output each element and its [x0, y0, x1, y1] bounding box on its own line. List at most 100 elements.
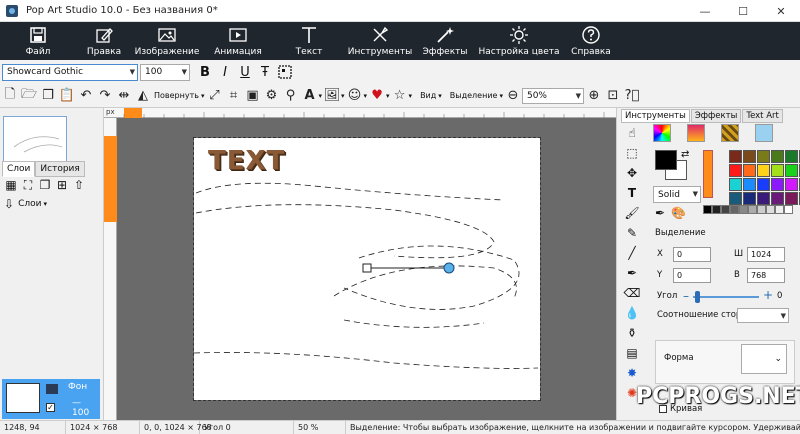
duplicate-layer-icon[interactable]: ❐ [38, 178, 52, 192]
image-mode-button[interactable] [755, 124, 773, 142]
palette-swatch[interactable] [771, 164, 784, 177]
gray-swatch[interactable] [739, 205, 748, 214]
menu-text[interactable]: Текст [274, 22, 344, 60]
menu-color-settings[interactable]: Настройка цвета [474, 22, 564, 60]
gray-swatch[interactable] [730, 205, 739, 214]
palette-swatch[interactable] [757, 178, 770, 191]
canvas-area[interactable]: px TEXT [104, 108, 616, 420]
text-tool-button[interactable]: A [300, 87, 318, 105]
foreground-color[interactable] [655, 150, 677, 170]
palette-swatch[interactable] [785, 178, 798, 191]
palette-swatch[interactable] [785, 164, 798, 177]
curve-drawing[interactable] [194, 138, 540, 400]
gradient-tool[interactable]: ▤ [623, 344, 641, 362]
layer-row[interactable]: Фон ✓ — 100 [2, 379, 100, 419]
transform-icon[interactable]: ⛶ [21, 178, 35, 192]
gray-swatch[interactable] [748, 205, 757, 214]
rect-select-tool[interactable]: ⬚ [623, 144, 641, 162]
move-down-icon[interactable]: ⇩ [4, 197, 14, 211]
flip-vertical-button[interactable]: ◭ [134, 87, 152, 105]
menu-help[interactable]: Справка [564, 22, 618, 60]
text-tool[interactable]: T [623, 184, 641, 202]
grid-icon[interactable]: ▦ [4, 178, 18, 192]
eraser-tool[interactable]: ⌫ [623, 284, 641, 302]
pen-tool[interactable]: ✒ [623, 264, 641, 282]
resize-button[interactable]: ⤢ [205, 87, 223, 105]
curve-end-handle[interactable] [443, 262, 455, 274]
fill-mode-select[interactable]: Solid ▼ [653, 186, 701, 203]
gradient-mode-button[interactable] [687, 124, 705, 142]
star-button[interactable]: ☆ [391, 87, 409, 105]
palette-swatch[interactable] [771, 150, 784, 163]
help-button[interactable]: ?⃝ [623, 87, 641, 105]
palette-swatch[interactable] [757, 192, 770, 205]
angle-slider-track[interactable] [693, 296, 759, 298]
lips-button[interactable]: ♥ [368, 87, 386, 105]
minimize-button[interactable]: — [686, 0, 724, 22]
paste-button[interactable]: 📋 [58, 87, 76, 105]
x-input[interactable]: 0 [673, 247, 711, 262]
add-layer-icon[interactable]: ⊞ [55, 178, 69, 192]
aspect-ratio-select[interactable]: ▼ [737, 308, 789, 323]
pointer-tool[interactable]: ☝ [623, 124, 641, 142]
gray-swatch[interactable] [703, 205, 712, 214]
selection-dropdown[interactable]: Выделение [450, 91, 498, 100]
search-button[interactable]: ⚲ [281, 87, 299, 105]
crop-button[interactable]: ⌗ [224, 87, 242, 105]
gray-swatch[interactable] [712, 205, 721, 214]
angle-minus-button[interactable]: – [683, 289, 689, 303]
gallery-button[interactable]: 🖼 [323, 87, 341, 105]
palette-swatch[interactable] [757, 164, 770, 177]
palette-swatch[interactable] [729, 178, 742, 191]
y-input[interactable]: 0 [673, 268, 711, 283]
new-file-button[interactable]: 🗋 [1, 87, 19, 105]
bold-button[interactable]: B [196, 63, 214, 81]
maximize-button[interactable]: ☐ [724, 0, 762, 22]
tab-layers[interactable]: Слои [2, 161, 36, 177]
undo-button[interactable]: ↶ [77, 87, 95, 105]
palette-swatch[interactable] [771, 178, 784, 191]
copy-button[interactable]: ❐ [39, 87, 57, 105]
tab-tools[interactable]: Инструменты [621, 109, 690, 123]
gray-swatch[interactable] [757, 205, 766, 214]
zoom-in-button[interactable]: ⊕ [585, 87, 603, 105]
swap-colors-icon[interactable]: ⇄ [681, 149, 689, 160]
menu-tools[interactable]: Инструменты [344, 22, 416, 60]
curve-start-handle[interactable] [362, 263, 372, 273]
palette-mode-button[interactable] [653, 124, 671, 142]
line-tool[interactable]: ╱ [623, 244, 641, 262]
zoom-select[interactable]: 50% ▼ [521, 87, 584, 104]
palette-swatch[interactable] [785, 150, 798, 163]
menu-image[interactable]: Изображение [132, 22, 202, 60]
zoom-out-button[interactable]: ⊖ [504, 87, 522, 105]
color-wheel-icon[interactable]: 🎨 [671, 206, 686, 220]
palette-swatch[interactable] [743, 192, 756, 205]
font-size-select[interactable]: 100 ▼ [140, 63, 190, 81]
layer-visible-checkbox[interactable]: ✓ [46, 403, 55, 412]
layers-dropdown[interactable]: Слои [18, 199, 41, 209]
stamp-tool[interactable]: ⚱ [623, 324, 641, 342]
open-file-button[interactable]: 🗁 [20, 87, 38, 105]
palette-swatch[interactable] [729, 192, 742, 205]
canvas-size-button[interactable]: ▣ [243, 87, 261, 105]
pattern-mode-button[interactable] [721, 124, 739, 142]
close-button[interactable]: ✕ [762, 0, 800, 22]
strikethrough-button[interactable]: Ŧ [256, 63, 274, 81]
italic-button[interactable]: I [216, 63, 234, 81]
menu-animation[interactable]: Анимация [202, 22, 274, 60]
menu-edit[interactable]: Правка [76, 22, 132, 60]
image-canvas[interactable]: TEXT [193, 137, 541, 401]
fit-button[interactable]: ⊡ [604, 87, 622, 105]
fill-color-bar[interactable] [703, 150, 713, 198]
gray-swatch[interactable] [784, 205, 793, 214]
tab-effects[interactable]: Эффекты [690, 109, 742, 123]
rotate-dropdown[interactable]: Повернуть [154, 91, 199, 100]
palette-swatch[interactable] [743, 178, 756, 191]
redo-button[interactable]: ↷ [96, 87, 114, 105]
effects-tool[interactable]: ✸ [623, 364, 641, 382]
view-dropdown[interactable]: Вид [420, 91, 436, 100]
font-family-select[interactable]: Showcard Gothic ▼ [2, 63, 138, 81]
move-up-icon[interactable]: ⇧ [72, 178, 86, 192]
menu-effects[interactable]: Эффекты [416, 22, 474, 60]
palette-swatch[interactable] [785, 192, 798, 205]
